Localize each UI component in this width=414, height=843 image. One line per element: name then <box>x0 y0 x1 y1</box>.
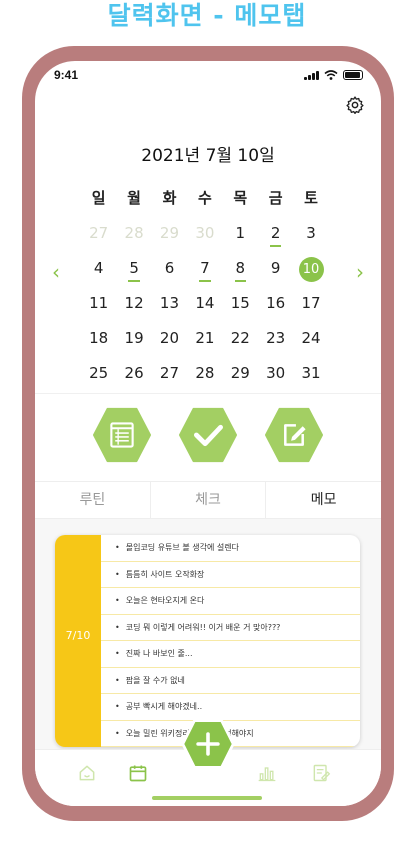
chart-icon[interactable] <box>257 763 277 783</box>
signal-icon <box>304 70 319 80</box>
calendar-icon[interactable] <box>128 763 148 783</box>
weekday-label: 수 <box>197 189 212 207</box>
calendar-week: 25 26 27 28 29 30 31 <box>81 356 329 391</box>
calendar-day[interactable]: 31 <box>293 356 328 391</box>
memo-item[interactable]: 진짜 나 바보인 줄... <box>101 641 360 668</box>
calendar-day[interactable]: 28 <box>187 356 222 391</box>
weekday-header: 일 월 화 수 목 금 토 <box>81 181 329 216</box>
calendar-day[interactable]: 26 <box>116 356 151 391</box>
calendar-day[interactable]: 30 <box>187 216 222 251</box>
calendar-day-today[interactable]: 10 <box>293 251 328 286</box>
next-month-button[interactable]: › <box>351 261 369 283</box>
calendar-day[interactable]: 15 <box>223 286 258 321</box>
memo-area: 7/10 몰입코딩 유튜브 볼 생각에 설렌다 틈틈히 사이트 오작화장 오늘은… <box>35 519 381 749</box>
weekday-label: 일 <box>91 189 106 207</box>
calendar-day[interactable]: 9 <box>258 251 293 286</box>
add-button[interactable] <box>181 717 235 771</box>
calendar-day[interactable]: 17 <box>293 286 328 321</box>
calendar-day[interactable]: 14 <box>187 286 222 321</box>
calendar-day[interactable]: 23 <box>258 321 293 356</box>
calendar-day[interactable]: 8 <box>223 251 258 286</box>
memo-item[interactable]: 코딩 뭐 이렇게 어려워!! 이거 배운 거 맞아??? <box>101 615 360 641</box>
calendar-day[interactable]: 27 <box>81 216 116 251</box>
phone-frame: 9:41 2021년 7월 10일 ‹ › 일 월 화 수 목 금 토 27 2… <box>22 46 394 821</box>
calendar-day[interactable]: 29 <box>223 356 258 391</box>
calendar-day[interactable]: 16 <box>258 286 293 321</box>
memo-item[interactable]: 오늘은 현타오지게 온다 <box>101 588 360 615</box>
memo-date: 7/10 <box>65 629 91 642</box>
weekday-label: 금 <box>268 189 283 207</box>
calendar-day[interactable]: 25 <box>81 356 116 391</box>
calendar-week: 4 5 6 7 8 9 10 <box>81 251 329 286</box>
memo-item[interactable]: 몰입코딩 유튜브 볼 생각에 설렌다 <box>101 535 360 562</box>
action-buttons <box>93 406 323 466</box>
calendar-day[interactable]: 7 <box>187 251 222 286</box>
home-icon[interactable] <box>77 763 97 783</box>
calendar-day[interactable]: 2 <box>258 216 293 251</box>
wifi-icon <box>324 70 338 80</box>
calendar-day[interactable]: 21 <box>187 321 222 356</box>
calendar-day[interactable]: 27 <box>152 356 187 391</box>
weekday-label: 목 <box>233 189 248 207</box>
memo-button[interactable] <box>265 406 323 464</box>
check-button[interactable] <box>179 406 237 464</box>
calendar-day[interactable]: 24 <box>293 321 328 356</box>
calendar-day[interactable]: 28 <box>116 216 151 251</box>
home-indicator <box>152 796 262 800</box>
battery-icon <box>343 70 363 80</box>
prev-month-button[interactable]: ‹ <box>47 261 65 283</box>
status-time: 9:41 <box>54 68 79 82</box>
page-title: 달력화면 - 메모탭 <box>107 1 307 30</box>
calendar-grid: 일 월 화 수 목 금 토 27 28 29 30 1 2 3 4 5 6 7 … <box>81 181 329 391</box>
memo-item[interactable]: 틈틈히 사이트 오작화장 <box>101 562 360 588</box>
memo-item[interactable]: 팜을 잘 수가 없네 <box>101 668 360 694</box>
gear-icon[interactable] <box>345 95 365 115</box>
calendar-day[interactable]: 12 <box>116 286 151 321</box>
tab-bar: 루틴 체크 메모 <box>35 481 381 519</box>
memo-card[interactable]: 7/10 몰입코딩 유튜브 볼 생각에 설렌다 틈틈히 사이트 오작화장 오늘은… <box>55 535 360 747</box>
calendar-day[interactable]: 19 <box>116 321 151 356</box>
calendar-day[interactable]: 11 <box>81 286 116 321</box>
tab-routine[interactable]: 루틴 <box>35 482 151 518</box>
calendar-day[interactable]: 29 <box>152 216 187 251</box>
calendar-week: 11 12 13 14 15 16 17 <box>81 286 329 321</box>
weekday-label: 월 <box>127 189 141 207</box>
tab-check[interactable]: 체크 <box>151 482 267 518</box>
weekday-label: 토 <box>304 189 318 207</box>
calendar-day[interactable]: 20 <box>152 321 187 356</box>
status-bar: 9:41 <box>35 61 381 91</box>
app-screen: 9:41 2021년 7월 10일 ‹ › 일 월 화 수 목 금 토 27 2… <box>35 61 381 806</box>
memo-list: 몰입코딩 유튜브 볼 생각에 설렌다 틈틈히 사이트 오작화장 오늘은 현타오지… <box>101 535 360 747</box>
calendar-day[interactable]: 18 <box>81 321 116 356</box>
calendar-week: 18 19 20 21 22 23 24 <box>81 321 329 356</box>
calendar-week: 27 28 29 30 1 2 3 <box>81 216 329 251</box>
weekday-label: 화 <box>162 189 177 207</box>
calendar-day[interactable]: 1 <box>223 216 258 251</box>
divider <box>35 393 381 394</box>
tab-memo[interactable]: 메모 <box>266 482 381 518</box>
calendar-day[interactable]: 13 <box>152 286 187 321</box>
calendar-day[interactable]: 3 <box>293 216 328 251</box>
routine-button[interactable] <box>93 406 151 464</box>
calendar-day[interactable]: 4 <box>81 251 116 286</box>
calendar-day[interactable]: 22 <box>223 321 258 356</box>
note-icon[interactable] <box>311 763 331 783</box>
calendar-day[interactable]: 30 <box>258 356 293 391</box>
today-badge: 10 <box>298 257 324 282</box>
calendar-title: 2021년 7월 10일 <box>141 146 275 166</box>
calendar-day[interactable]: 5 <box>116 251 151 286</box>
calendar-day[interactable]: 6 <box>152 251 187 286</box>
status-icons <box>304 70 363 80</box>
